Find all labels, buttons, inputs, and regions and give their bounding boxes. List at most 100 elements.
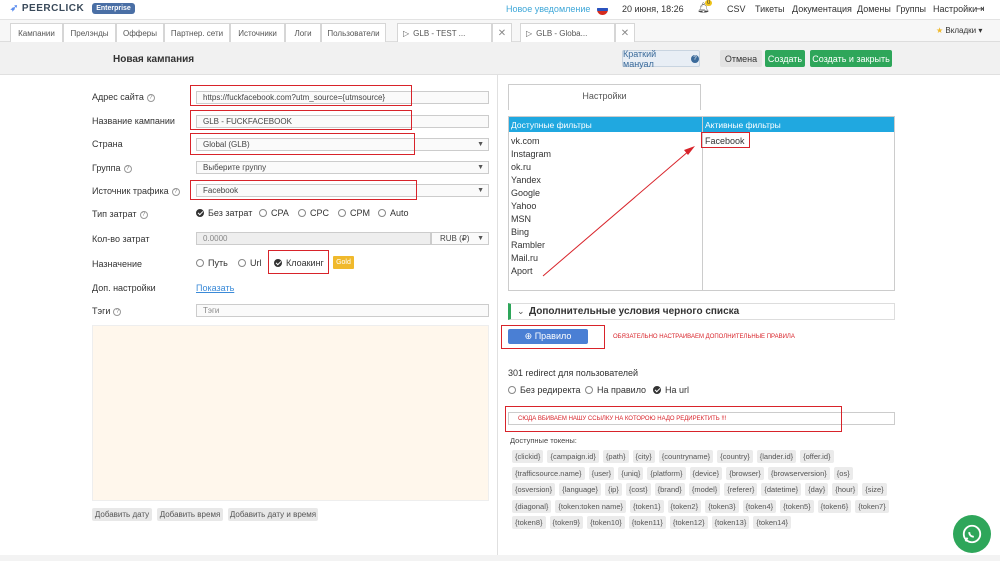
logo[interactable]: ➶ PEERCLICK Enterprise [10, 3, 135, 14]
tab-partner-networks[interactable]: Партнер. сети [164, 23, 230, 42]
blacklist-section-header[interactable]: ⌄ Дополнительные условия черного списка [508, 303, 895, 320]
notification-link[interactable]: Новое уведомление [506, 4, 590, 14]
currency-select[interactable]: RUB (₽) ▼ [431, 232, 489, 245]
add-datetime-button[interactable]: Добавить дату и время [228, 508, 318, 521]
close-tab-1-icon[interactable]: ✕ [492, 23, 512, 42]
filter-item[interactable]: Instagram [511, 149, 551, 159]
cancel-button[interactable]: Отмена [720, 50, 762, 67]
add-date-button[interactable]: Добавить дату [92, 508, 152, 521]
token-chip[interactable]: {user} [588, 466, 615, 480]
token-chip[interactable]: {model} [688, 483, 721, 496]
bookmarks-menu[interactable]: ★ Вкладки ▾ [936, 26, 982, 35]
tab-prelanders[interactable]: Прелэнды [63, 23, 116, 42]
nav-domains[interactable]: Домены [857, 4, 891, 14]
tags-input[interactable]: Тэги [196, 304, 489, 317]
notes-textarea[interactable] [92, 325, 489, 501]
redirect-to-rule[interactable]: На правило [585, 385, 646, 395]
filter-item[interactable]: ok.ru [511, 162, 531, 172]
token-chip[interactable]: {day} [805, 483, 829, 496]
filter-item[interactable]: Aport [511, 266, 533, 276]
nav-groups[interactable]: Группы [896, 4, 926, 14]
help-icon[interactable]: ? [171, 187, 180, 196]
logout-icon[interactable]: ⇥ [976, 4, 984, 15]
filter-item[interactable]: Yahoo [511, 201, 536, 211]
cost-type-none[interactable]: Без затрат [196, 208, 252, 218]
filter-item[interactable]: Google [511, 188, 540, 198]
token-chip[interactable]: {device} [689, 466, 723, 480]
cost-type-cpm[interactable]: CPM [338, 208, 370, 218]
cost-type-cpc[interactable]: CPC [298, 208, 329, 218]
token-chip[interactable]: {hour} [832, 483, 859, 496]
tab-offers[interactable]: Офферы [116, 23, 164, 42]
token-chip[interactable]: {referer} [724, 483, 758, 496]
token-chip[interactable]: {browser} [726, 466, 764, 480]
cost-type-auto[interactable]: Auto [378, 208, 409, 218]
open-tab-2[interactable]: ▷ GLB - Globa... [520, 23, 615, 42]
redirect-to-url[interactable]: На url [653, 385, 689, 395]
token-chip[interactable]: {token3} [705, 499, 739, 513]
token-chip[interactable]: {countryname} [658, 450, 714, 463]
tab-logs[interactable]: Логи [285, 23, 321, 42]
add-time-button[interactable]: Добавить время [157, 508, 223, 521]
token-chip[interactable]: {token:token name} [555, 499, 627, 513]
token-chip[interactable]: {token13} [711, 516, 750, 529]
purpose-path[interactable]: Путь [196, 258, 228, 268]
token-chip[interactable]: {token10} [587, 516, 625, 529]
nav-docs[interactable]: Документация [792, 4, 852, 14]
token-chip[interactable]: {ip} [604, 483, 622, 496]
show-extra-link[interactable]: Показать [196, 283, 234, 293]
cost-amount-input[interactable]: 0.0000 [196, 232, 431, 245]
open-tab-1[interactable]: ▷ GLB - TEST ... [397, 23, 492, 42]
chat-button[interactable] [953, 515, 991, 553]
nav-tickets[interactable]: Тикеты [755, 4, 784, 14]
token-chip[interactable]: {diagonal} [512, 499, 552, 513]
token-chip[interactable]: {country} [717, 450, 753, 463]
token-chip[interactable]: {lander.id} [756, 450, 797, 463]
tab-settings[interactable]: Настройки [508, 84, 701, 110]
cost-type-cpa[interactable]: CPA [259, 208, 289, 218]
help-icon[interactable]: ? [146, 93, 155, 102]
token-chip[interactable]: {token8} [512, 516, 546, 529]
token-chip[interactable]: {token9} [549, 516, 584, 529]
token-chip[interactable]: {clickid} [512, 450, 544, 463]
help-icon[interactable]: ? [113, 307, 122, 316]
group-select[interactable]: Выберите группу ▼ [196, 161, 489, 174]
create-close-button[interactable]: Создать и закрыть [810, 50, 892, 67]
token-chip[interactable]: {cost} [625, 483, 651, 496]
token-chip[interactable]: {trafficsource.name} [512, 466, 585, 480]
token-chip[interactable]: {datetime} [761, 483, 802, 496]
token-chip[interactable]: {osversion} [512, 483, 556, 496]
token-chip[interactable]: {city} [632, 450, 655, 463]
token-chip[interactable]: {token6} [817, 499, 852, 513]
redirect-none[interactable]: Без редиректа [508, 385, 581, 395]
filter-item[interactable]: Mail.ru [511, 253, 538, 263]
token-chip[interactable]: {token11} [628, 516, 666, 529]
language-flag-icon[interactable] [597, 4, 608, 15]
close-tab-2-icon[interactable]: ✕ [615, 23, 635, 42]
nav-csv[interactable]: CSV [727, 4, 746, 14]
token-chip[interactable]: {browserversion} [767, 466, 830, 480]
manual-button[interactable]: Краткий мануал ? [622, 49, 700, 69]
tab-users[interactable]: Пользователи [321, 23, 386, 42]
token-chip[interactable]: {campaign.id} [547, 450, 599, 463]
help-icon[interactable]: ? [123, 164, 132, 173]
token-chip[interactable]: {uniq} [618, 466, 644, 480]
nav-settings[interactable]: Настройки [933, 4, 977, 14]
filter-item[interactable]: Yandex [511, 175, 541, 185]
filter-item[interactable]: Rambler [511, 240, 545, 250]
tab-campaigns[interactable]: Кампании [10, 23, 63, 42]
token-chip[interactable]: {token5} [780, 499, 814, 513]
token-chip[interactable]: {size} [862, 483, 887, 496]
token-chip[interactable]: {token2} [667, 499, 702, 513]
create-button[interactable]: Создать [765, 50, 805, 67]
filter-item[interactable]: vk.com [511, 136, 540, 146]
filter-item[interactable]: Bing [511, 227, 529, 237]
help-icon[interactable]: ? [139, 210, 148, 219]
tab-sources[interactable]: Источники [230, 23, 285, 42]
token-chip[interactable]: {token12} [669, 516, 708, 529]
token-chip[interactable]: {language} [559, 483, 601, 496]
token-chip[interactable]: {os} [833, 466, 853, 480]
token-chip[interactable]: {platform} [647, 466, 686, 480]
token-chip[interactable]: {token7} [855, 499, 889, 513]
purpose-url[interactable]: Url [238, 258, 262, 268]
